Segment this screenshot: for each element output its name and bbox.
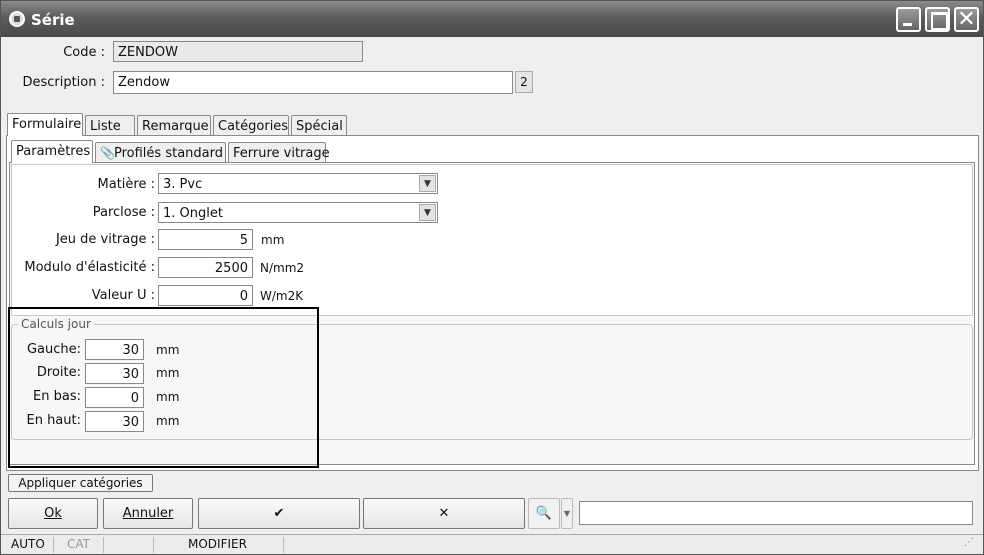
jeu-unit: mm	[261, 233, 285, 247]
status-separator	[283, 537, 284, 553]
en-bas-field[interactable]: 0	[85, 387, 144, 408]
search-options-dropdown[interactable]: ▼	[561, 498, 573, 529]
tab-liste[interactable]: Liste	[85, 115, 135, 136]
en-haut-field[interactable]: 30	[85, 411, 144, 432]
maximize-button[interactable]	[925, 7, 950, 32]
paperclip-icon: 📎	[100, 146, 115, 160]
gauche-field[interactable]: 30	[85, 339, 144, 360]
valeur-u-unit: W/m2K	[260, 289, 304, 303]
status-separator	[153, 537, 154, 553]
parclose-label: Parclose :	[92, 205, 155, 220]
description-field[interactable]: Zendow	[113, 71, 513, 94]
code-label: Code :	[63, 45, 105, 60]
parametres-inner	[11, 164, 973, 316]
en-bas-unit: mm	[156, 390, 180, 404]
droite-field[interactable]: 30	[85, 363, 144, 384]
minimize-button[interactable]	[896, 7, 921, 32]
en-haut-label: En haut:	[26, 413, 81, 428]
tab-categories[interactable]: Catégories	[213, 115, 289, 136]
valeur-u-label: Valeur U :	[91, 288, 155, 303]
ok-button[interactable]: Ok	[8, 498, 98, 529]
calculs-jour-legend: Calculs jour	[18, 317, 94, 331]
cancel-button[interactable]: Annuler	[103, 498, 193, 529]
gauche-label: Gauche:	[26, 342, 81, 357]
modulo-field[interactable]: 2500	[158, 257, 253, 278]
tab-parametres[interactable]: Paramètres	[11, 140, 93, 163]
search-input[interactable]	[579, 501, 973, 525]
app-icon	[9, 11, 25, 27]
matiere-value: 3. Pvc	[163, 177, 203, 192]
status-bar: AUTO CAT MODIFIER ⋰	[1, 534, 983, 554]
droite-label: Droite:	[36, 365, 81, 380]
tab-formulaire[interactable]: Formulaire	[7, 113, 83, 136]
status-cat: CAT	[67, 537, 90, 551]
dialog-window: Série ✕ Code : ZENDOW Description : Zend…	[0, 0, 984, 555]
modulo-label: Modulo d'élasticité :	[24, 260, 155, 275]
valeur-u-field[interactable]: 0	[158, 285, 253, 306]
title-bar[interactable]: Série ✕	[1, 1, 983, 37]
apply-categories-button[interactable]: Appliquer catégories	[8, 474, 153, 492]
tab-profiles-standard[interactable]: 📎Profilés standard	[95, 142, 226, 163]
description-label: Description :	[22, 75, 105, 90]
tab-remarque[interactable]: Remarque	[137, 115, 211, 136]
tab-special[interactable]: Spécial	[291, 115, 347, 136]
gauche-unit: mm	[156, 343, 180, 357]
matiere-select[interactable]: 3. Pvc ▼	[158, 173, 438, 194]
matiere-label: Matière :	[97, 177, 155, 192]
en-bas-label: En bas:	[33, 389, 81, 404]
resize-grip-icon[interactable]: ⋰	[964, 537, 974, 548]
description-badge[interactable]: 2	[515, 71, 533, 93]
chevron-down-icon[interactable]: ▼	[419, 204, 436, 221]
status-separator	[103, 537, 104, 553]
code-field[interactable]: ZENDOW	[113, 41, 363, 62]
status-auto: AUTO	[11, 537, 45, 551]
status-mode: MODIFIER	[188, 537, 247, 551]
cancel-label: Annuler	[122, 506, 174, 521]
jeu-field[interactable]: 5	[158, 229, 253, 250]
modulo-unit: N/mm2	[260, 261, 305, 275]
chevron-down-icon[interactable]: ▼	[419, 175, 436, 192]
parclose-select[interactable]: 1. Onglet ▼	[158, 202, 438, 223]
confirm-button[interactable]: ✔	[198, 498, 360, 529]
tab-ferrure-vitrage[interactable]: Ferrure vitrage	[228, 142, 330, 163]
close-button[interactable]: ✕	[954, 7, 979, 32]
discard-button[interactable]: ✕	[363, 498, 525, 529]
status-separator	[53, 537, 54, 553]
en-haut-unit: mm	[156, 414, 180, 428]
tab-profiles-label: Profilés standard	[114, 146, 223, 161]
search-button[interactable]: 🔍	[528, 498, 560, 529]
ok-label: Ok	[44, 506, 62, 521]
x-icon: ✕	[438, 506, 450, 521]
check-icon: ✔	[273, 506, 285, 521]
binoculars-icon: 🔍	[535, 506, 553, 521]
jeu-label: Jeu de vitrage :	[55, 232, 155, 247]
droite-unit: mm	[156, 366, 180, 380]
parclose-value: 1. Onglet	[163, 206, 223, 221]
window-title: Série	[31, 11, 75, 29]
